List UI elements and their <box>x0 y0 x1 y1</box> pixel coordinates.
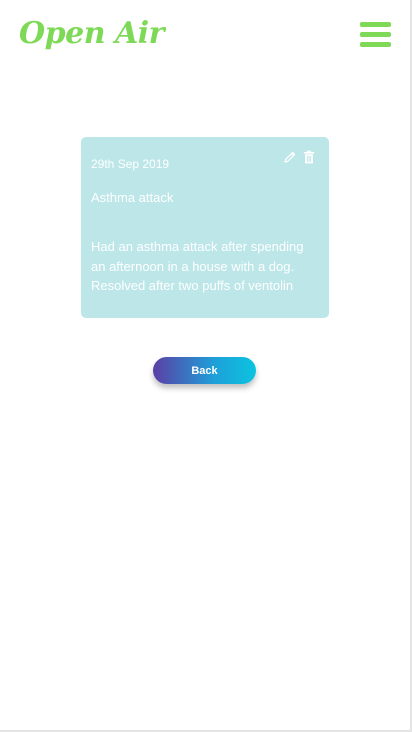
trash-icon[interactable] <box>303 150 315 164</box>
menu-bar <box>360 32 391 37</box>
entry-actions <box>283 150 315 164</box>
app-screen: Open Air 29th Sep 2019 Asthma attack Had… <box>0 0 412 732</box>
entry-date: 29th Sep 2019 <box>91 157 170 171</box>
entry-card: 29th Sep 2019 Asthma attack Had an asthm… <box>81 137 329 318</box>
hamburger-menu-icon[interactable] <box>360 22 391 48</box>
app-logo[interactable]: Open Air <box>19 16 164 51</box>
back-button[interactable]: Back <box>153 357 256 384</box>
pencil-icon[interactable] <box>283 150 297 164</box>
menu-bar <box>360 22 391 27</box>
entry-title: Asthma attack <box>91 190 174 205</box>
menu-bar <box>360 42 391 47</box>
entry-description: Had an asthma attack after spending an a… <box>91 239 304 293</box>
